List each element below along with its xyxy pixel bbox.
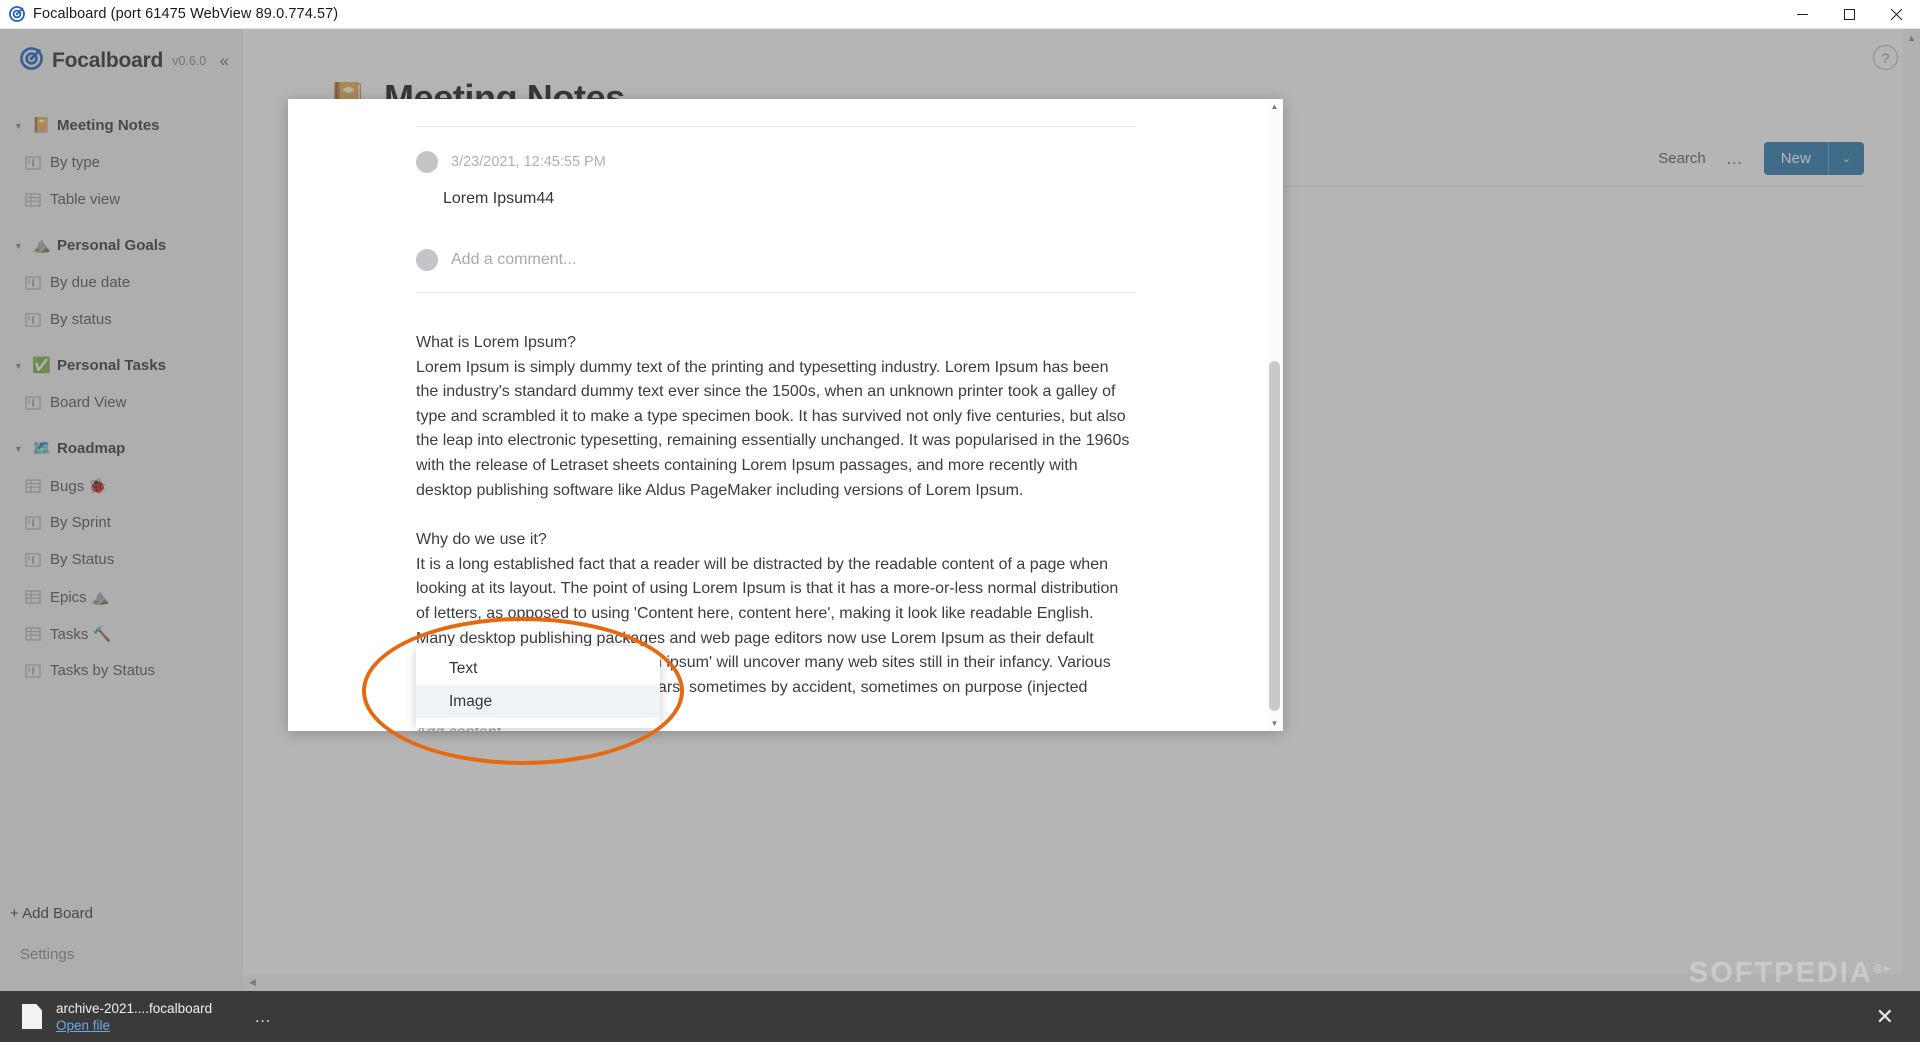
card-detail-modal: 3/23/2021, 12:45:55 PM Lorem Ipsum44 Add…	[288, 99, 1283, 731]
content-block-heading: What is Lorem Ipsum?	[416, 334, 577, 351]
download-more-options-icon[interactable]: …	[254, 1007, 273, 1027]
content-block[interactable]: What is Lorem Ipsum? Lorem Ipsum is simpl…	[416, 331, 1131, 503]
download-shelf: archive-2021....focalboard Open file … ✕	[0, 991, 1920, 1042]
file-icon	[22, 1004, 42, 1029]
content-block-heading: Why do we use it?	[416, 531, 547, 549]
avatar	[416, 249, 438, 271]
download-file-name: archive-2021....focalboard	[56, 1000, 213, 1016]
comments-top-divider	[416, 126, 1136, 127]
minimize-button[interactable]	[1779, 0, 1826, 29]
menu-item-image[interactable]: Image	[416, 685, 660, 718]
comment-header: 3/23/2021, 12:45:55 PM	[416, 151, 1176, 173]
workspace: Focalboard v0.6.0 « ▼ 📔 Meeting Notes By ty…	[0, 29, 1920, 1042]
comment-item: 3/23/2021, 12:45:55 PM Lorem Ipsum44	[416, 151, 1176, 208]
menu-item-text[interactable]: Text	[416, 652, 660, 685]
modal-vertical-scrollbar[interactable]: ▲ ▼	[1266, 99, 1283, 731]
add-content-menu: Text Image	[416, 646, 660, 728]
add-comment-row[interactable]: Add a comment...	[416, 249, 576, 271]
download-shelf-close-icon[interactable]: ✕	[1876, 1004, 1894, 1030]
avatar	[416, 151, 438, 173]
content-block-text: Lorem Ipsum is simply dummy text of the …	[416, 358, 1130, 499]
focalboard-logo-icon	[9, 6, 25, 22]
comment-body-text: Lorem Ipsum44	[443, 190, 555, 207]
scroll-down-arrow-icon[interactable]: ▼	[1266, 716, 1283, 731]
window-title-text: Focalboard (port 61475 WebView 89.0.774.…	[33, 6, 339, 22]
download-text-group: archive-2021....focalboard Open file	[56, 1001, 212, 1033]
card-modal-content: 3/23/2021, 12:45:55 PM Lorem Ipsum44 Add…	[288, 99, 1266, 731]
comments-bottom-divider	[416, 292, 1136, 293]
open-file-link[interactable]: Open file	[56, 1018, 212, 1033]
scrollbar-thumb[interactable]	[1269, 361, 1280, 711]
app-root: Focalboard (port 61475 WebView 89.0.774.…	[0, 0, 1920, 1042]
window-controls	[1779, 0, 1920, 29]
scroll-up-arrow-icon[interactable]: ▲	[1266, 99, 1283, 114]
add-comment-input[interactable]: Add a comment...	[451, 251, 576, 269]
window-title-bar: Focalboard (port 61475 WebView 89.0.774.…	[0, 0, 1920, 29]
close-button[interactable]	[1873, 0, 1920, 29]
maximize-button[interactable]	[1826, 0, 1873, 29]
comment-timestamp: 3/23/2021, 12:45:55 PM	[451, 154, 606, 170]
download-item[interactable]: archive-2021....focalboard Open file	[0, 1001, 212, 1033]
